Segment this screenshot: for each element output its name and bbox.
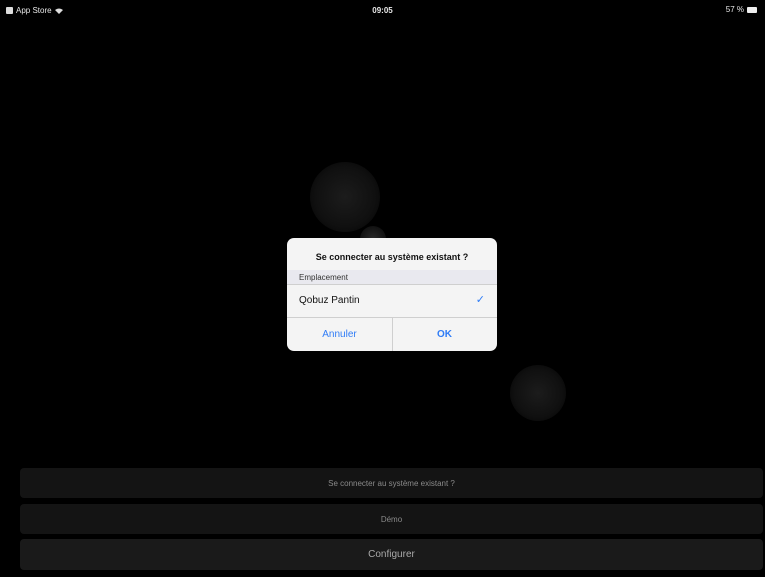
dialog-title: Se connecter au système existant ? — [315, 252, 469, 262]
background-orb-lower-icon — [510, 365, 566, 421]
status-time: 09:05 — [372, 6, 393, 15]
background-orb-icon — [310, 162, 380, 232]
connect-existing-button[interactable]: Se connecter au système existant ? — [20, 468, 763, 498]
section-header-label: Emplacement — [299, 273, 348, 282]
ok-button[interactable]: OK — [392, 318, 497, 351]
app-screen: App Store 09:05 57 % Se connecter au sys… — [0, 0, 765, 577]
connect-dialog: Se connecter au système existant ? Empla… — [287, 238, 497, 351]
battery-icon — [747, 6, 757, 13]
status-bar-right: 57 % — [726, 5, 757, 14]
status-bar: App Store 09:05 57 % — [0, 0, 765, 20]
checkmark-icon: ✓ — [475, 294, 485, 306]
location-name[interactable]: Qobuz Pantin — [299, 295, 360, 306]
battery-percent: 57 % — [725, 5, 744, 14]
demo-button[interactable]: Démo — [20, 504, 763, 534]
cancel-button[interactable]: Annuler — [287, 318, 392, 351]
configure-button[interactable]: Configurer — [20, 539, 763, 570]
divider — [287, 284, 497, 285]
